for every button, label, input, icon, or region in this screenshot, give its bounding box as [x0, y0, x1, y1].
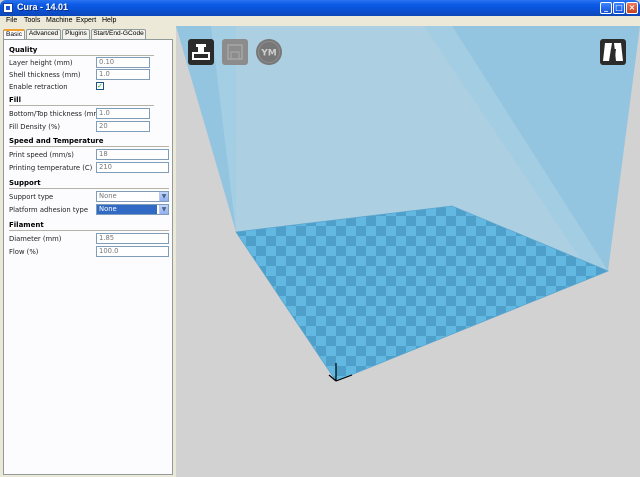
tab-start-end-gcode[interactable]: Start/End-GCode: [91, 29, 146, 39]
layer-height-label: Layer height (mm): [9, 59, 73, 67]
settings-panel: Basic Advanced Plugins Start/End-GCode Q…: [0, 26, 176, 477]
menu-tools[interactable]: Tools: [24, 17, 40, 24]
section-filament-title: Filament: [9, 221, 44, 229]
section-divider: [9, 188, 169, 189]
menu-help[interactable]: Help: [102, 17, 116, 24]
diameter-input[interactable]: 1.85: [96, 233, 169, 244]
app-icon: [3, 3, 13, 13]
save-sd-button[interactable]: [222, 39, 248, 65]
youmagine-button[interactable]: YM: [256, 39, 282, 65]
shell-thickness-input[interactable]: 1.0: [96, 69, 150, 80]
fill-density-label: Fill Density (%): [9, 123, 61, 131]
load-model-icon: [188, 39, 214, 65]
printing-temperature-label: Printing temperature (C): [9, 164, 93, 172]
youmagine-label: YM: [260, 49, 277, 59]
menu-file[interactable]: File: [6, 17, 17, 24]
title-bar: Cura - 14.01 _ □ ×: [0, 0, 640, 16]
menu-expert[interactable]: Expert: [76, 17, 96, 24]
tab-plugins[interactable]: Plugins: [62, 29, 90, 39]
menu-bar: File Tools Machine Expert Help: [0, 16, 640, 26]
platform-adhesion-value: None: [97, 205, 157, 214]
3d-viewport[interactable]: YM: [176, 26, 640, 477]
diameter-label: Diameter (mm): [9, 235, 62, 243]
section-support-title: Support: [9, 179, 41, 187]
build-volume-scene: [176, 26, 640, 382]
close-button[interactable]: ×: [626, 2, 638, 14]
window-title: Cura - 14.01: [17, 2, 69, 12]
platform-adhesion-label: Platform adhesion type: [9, 206, 89, 214]
flow-label: Flow (%): [9, 248, 39, 256]
save-sd-icon: [222, 39, 248, 65]
section-fill-title: Fill: [9, 96, 21, 104]
view-mode-icon: [600, 39, 626, 65]
bottom-top-thickness-input[interactable]: 1.0: [96, 108, 150, 119]
youmagine-icon: YM: [256, 39, 282, 65]
print-speed-input[interactable]: 18: [96, 149, 169, 160]
maximize-button[interactable]: □: [613, 2, 625, 14]
section-divider: [9, 230, 169, 231]
print-speed-label: Print speed (mm/s): [9, 151, 74, 159]
shell-thickness-label: Shell thickness (mm): [9, 71, 81, 79]
support-type-select[interactable]: None ▼: [96, 191, 169, 202]
section-divider: [9, 105, 154, 106]
section-quality-title: Quality: [9, 46, 38, 54]
menu-machine[interactable]: Machine: [46, 17, 72, 24]
support-type-label: Support type: [9, 193, 54, 201]
section-speed-title: Speed and Temperature: [9, 137, 104, 145]
chevron-down-icon[interactable]: ▼: [159, 192, 168, 201]
load-model-button[interactable]: [188, 39, 214, 65]
enable-retraction-label: Enable retraction: [9, 83, 68, 91]
bottom-top-thickness-label: Bottom/Top thickness (mm): [9, 110, 103, 118]
section-divider: [9, 55, 154, 56]
platform-adhesion-select[interactable]: None ▼: [96, 204, 169, 215]
layer-height-input[interactable]: 0.10: [96, 57, 150, 68]
basic-settings: Quality Layer height (mm) 0.10 Shell thi…: [3, 39, 173, 475]
minimize-button[interactable]: _: [600, 2, 612, 14]
tab-advanced[interactable]: Advanced: [26, 29, 61, 39]
flow-input[interactable]: 100.0: [96, 246, 169, 257]
chevron-down-icon[interactable]: ▼: [159, 205, 168, 214]
enable-retraction-checkbox[interactable]: ✓: [96, 82, 104, 90]
support-type-value: None: [99, 192, 117, 200]
section-divider: [9, 146, 169, 147]
view-mode-button[interactable]: [600, 39, 626, 65]
fill-density-input[interactable]: 20: [96, 121, 150, 132]
printing-temperature-input[interactable]: 210: [96, 162, 169, 173]
